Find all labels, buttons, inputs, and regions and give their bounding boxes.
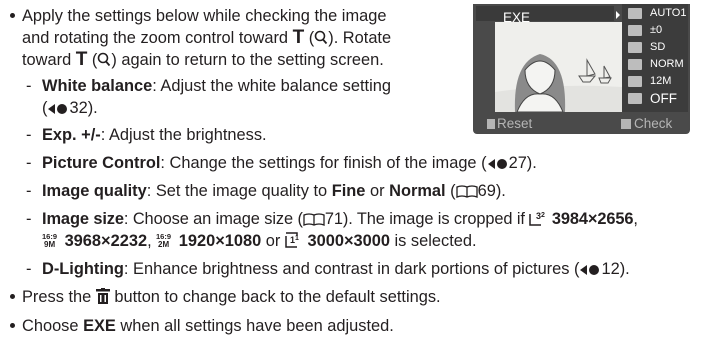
wb-icon [628, 8, 642, 19]
exposure-item: Exp. +/-: Adjust the brightness. [42, 126, 267, 144]
setting-row[interactable]: NORM [628, 57, 686, 72]
bullet-1 [10, 13, 15, 18]
trash-icon [487, 119, 495, 129]
image-size-icon [628, 76, 642, 87]
aspect-1-1-icon: 11 [285, 232, 299, 248]
bullet-1-line-1: Apply the settings below while checking … [22, 7, 387, 25]
picture-control-icon [628, 42, 642, 53]
dash-iq: - [26, 182, 32, 200]
zoom-tele-icon [314, 30, 328, 45]
white-balance-item: White balance: Adjust the white balance … [42, 77, 391, 95]
image-quality-icon [628, 59, 642, 70]
bullet-3 [10, 323, 15, 328]
dash-pc: - [26, 154, 32, 172]
exe-arrow-icon [616, 11, 620, 19]
preview-image [495, 22, 635, 113]
white-balance-ref: (32). [42, 99, 98, 117]
book-icon [303, 213, 325, 226]
svg-text:9M: 9M [44, 240, 55, 248]
settings-panel: AUTO1 ±0 SD NORM 12M OFF [622, 4, 688, 112]
setting-row[interactable]: SD [628, 40, 686, 55]
setting-row[interactable]: 12M [628, 74, 686, 89]
reference-icon [48, 104, 68, 114]
image-size-item: Image size: Choose an image size (71). T… [42, 210, 638, 228]
dash-is: - [26, 210, 32, 228]
setting-row[interactable]: AUTO1 [628, 6, 686, 21]
reset-button[interactable]: Reset [487, 116, 532, 131]
d-lighting-icon [628, 93, 642, 104]
zoom-tele-icon [98, 52, 111, 67]
bullet-1-line-3: toward T () again to return to the setti… [22, 49, 384, 70]
reference-icon [487, 159, 507, 169]
image-size-item-cont: 16:9 9M 3968×2232, 16:9 2M 1920×1080 or 11… [42, 232, 477, 250]
aspect-16-9-9m-icon: 16:99M [42, 232, 57, 248]
svg-text:1: 1 [295, 235, 299, 242]
zoom-icon [621, 119, 631, 129]
svg-text:2: 2 [541, 212, 545, 219]
bullet-3-line: Choose EXE when all settings have been a… [22, 317, 394, 335]
image-quality-item: Image quality: Set the image quality to … [42, 182, 506, 200]
d-lighting-item: D-Lighting: Enhance brightness and contr… [42, 260, 630, 278]
bullet-1-line-2: and rotating the zoom control toward T (… [22, 27, 392, 48]
book-icon [455, 185, 478, 198]
reference-icon [580, 265, 600, 275]
check-button[interactable]: Check [621, 116, 672, 131]
picture-control-item: Picture Control: Change the settings for… [42, 154, 537, 172]
dash-exp: - [26, 126, 32, 144]
aspect-3-2-icon: 32 [529, 211, 545, 226]
trash-icon [95, 288, 110, 304]
exposure-icon [628, 25, 642, 36]
setting-row[interactable]: OFF [628, 91, 686, 106]
bullet-2 [10, 294, 15, 299]
svg-text:2M: 2M [158, 240, 169, 248]
setting-row[interactable]: ±0 [628, 23, 686, 38]
bullet-2-line: Press the button to change back to the d… [22, 288, 441, 306]
portrait-illustration [495, 22, 635, 113]
dash-dl: - [26, 260, 32, 278]
aspect-16-9-2m-icon: 16:92M [156, 232, 171, 248]
exe-bar [476, 6, 614, 21]
dash-wb: - [26, 77, 32, 95]
camera-screen: EXE AUTO1 ±0 SD NORM 12M OFF Reset Check [473, 0, 690, 134]
camera-bottom-bar: Reset Check [473, 112, 690, 134]
